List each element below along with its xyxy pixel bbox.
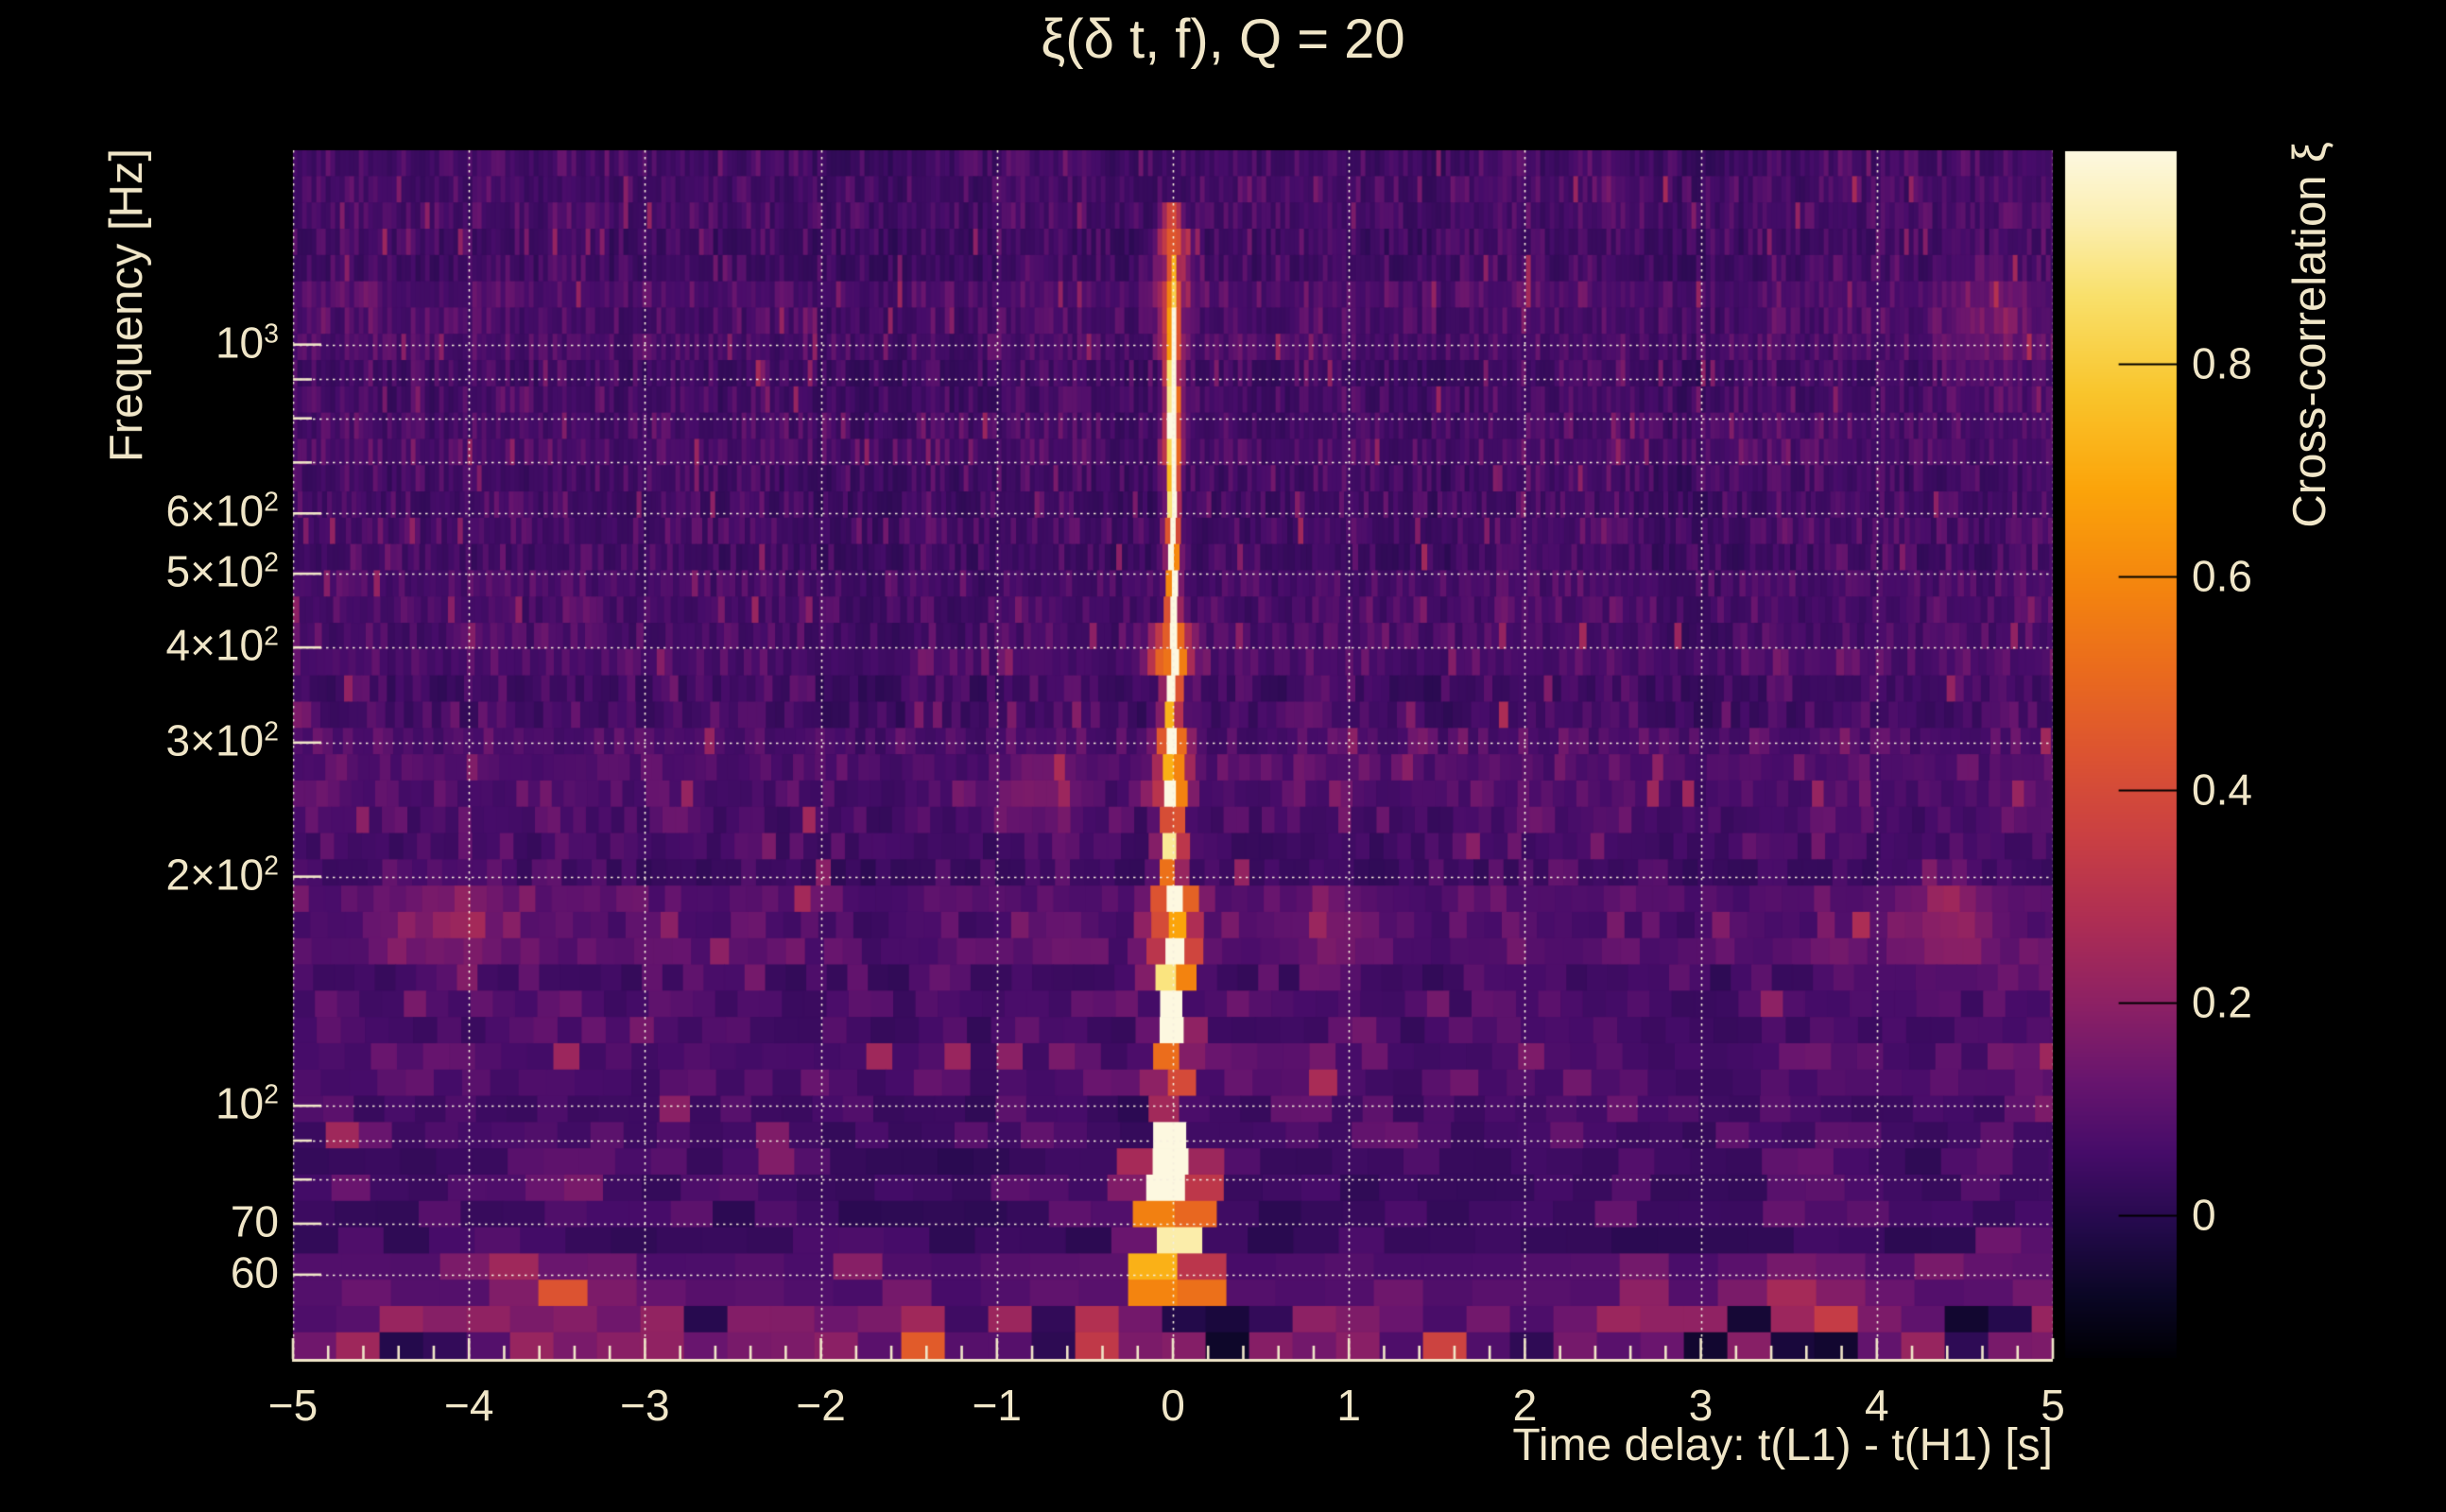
y-tick-label: 2×102 [165, 850, 279, 900]
colorbar-title: Cross-correlation ξ [2284, 142, 2335, 528]
y-tick-label: 5×102 [165, 546, 279, 596]
colorbar-tick-label: 0.2 [2192, 977, 2252, 1027]
x-tick-label: 5 [2041, 1381, 2065, 1430]
cross-correlation-heatmap-canvas [0, 0, 2446, 1512]
y-tick-label: 102 [215, 1078, 279, 1128]
x-tick-label: −1 [972, 1381, 1023, 1430]
x-tick-label: −4 [443, 1381, 494, 1430]
x-tick-label: 3 [1688, 1381, 1714, 1430]
x-tick-label: −5 [267, 1381, 319, 1430]
colorbar-tick-label: 0 [2192, 1190, 2216, 1240]
x-tick-label: −2 [796, 1381, 846, 1430]
y-tick-label: 4×102 [165, 620, 279, 670]
y-axis-title: Frequency [Hz] [101, 148, 152, 463]
colorbar-tick-label: 0.6 [2192, 552, 2252, 602]
y-tick-label: 70 [230, 1196, 279, 1246]
x-tick-label: −3 [620, 1381, 670, 1430]
x-tick-label: 1 [1336, 1381, 1361, 1430]
colorbar-tick-label: 0.8 [2192, 338, 2252, 388]
plot-title: ξ(δ t, f), Q = 20 [1041, 9, 1405, 70]
y-tick-label: 3×102 [165, 715, 279, 765]
x-tick-label: 2 [1512, 1381, 1538, 1430]
y-tick-label: 60 [230, 1247, 279, 1297]
x-tick-label: 4 [1865, 1381, 1889, 1430]
y-tick-label: 6×102 [165, 486, 279, 536]
x-tick-label: 0 [1161, 1381, 1185, 1430]
colorbar-tick-label: 0.4 [2192, 765, 2252, 815]
y-tick-label: 103 [215, 318, 279, 368]
spectrogram-figure: ξ(δ t, f), Q = 20 Frequency [Hz] Time de… [0, 0, 2446, 1512]
